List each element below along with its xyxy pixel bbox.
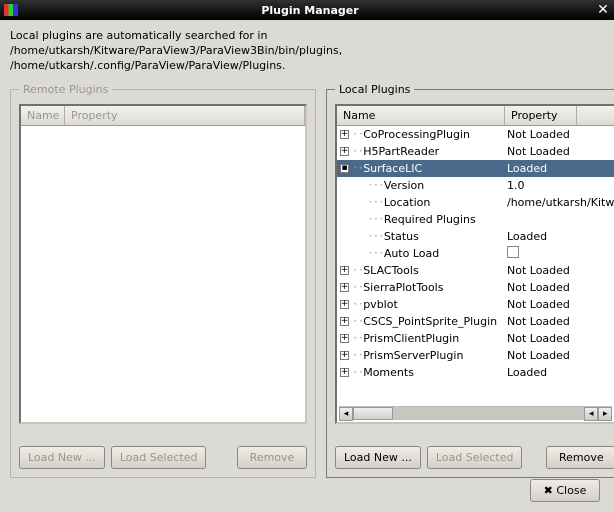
table-row[interactable]: ··· Location/home/utkarsh/Kitw [337, 194, 614, 211]
scroll-left-icon[interactable]: ◂ [339, 407, 353, 421]
remote-table-header: Name Property [21, 106, 305, 126]
expander-icon[interactable]: + [340, 317, 349, 326]
plugin-detail-name: Location [384, 196, 431, 209]
plugin-detail-name: Status [384, 230, 419, 243]
remote-plugins-panel: Remote Plugins Name Property Load New ..… [10, 83, 316, 478]
info-text: Local plugins are automatically searched… [10, 28, 604, 73]
expander-icon[interactable]: + [340, 266, 349, 275]
local-col-property[interactable]: Property [505, 106, 577, 125]
scroll-track[interactable] [353, 407, 584, 420]
plugin-detail-value: 1.0 [505, 179, 525, 192]
close-icon[interactable]: ✕ [596, 3, 610, 17]
scroll-right-icon[interactable]: ▸ [598, 407, 612, 421]
expander-icon[interactable]: + [340, 368, 349, 377]
remote-col-name[interactable]: Name [21, 106, 65, 125]
remote-col-property[interactable]: Property [65, 106, 305, 125]
expander-icon[interactable]: + [340, 147, 349, 156]
local-remove-button[interactable]: Remove [546, 446, 614, 469]
plugin-property: Loaded [505, 366, 547, 379]
info-line: Local plugins are automatically searched… [10, 28, 604, 43]
expander-icon[interactable]: + [340, 351, 349, 360]
remote-load-new-button: Load New ... [19, 446, 105, 469]
scroll-left2-icon[interactable]: ◂ [584, 407, 598, 421]
plugin-name: SLACTools [363, 264, 418, 277]
table-row[interactable]: +··pvblotNot Loaded [337, 296, 614, 313]
table-row[interactable]: ··· Auto Load [337, 245, 614, 262]
local-load-new-button[interactable]: Load New ... [335, 446, 421, 469]
local-table-header: Name Property [337, 106, 614, 126]
info-line: /home/utkarsh/Kitware/ParaView3/ParaView… [10, 43, 604, 58]
plugin-detail-value: Loaded [505, 230, 547, 243]
plugin-property: Not Loaded [505, 298, 570, 311]
expander-icon[interactable]: + [340, 283, 349, 292]
remote-table: Name Property [19, 104, 307, 424]
titlebar: Plugin Manager ✕ [0, 0, 614, 20]
table-row[interactable]: +··PrismClientPluginNot Loaded [337, 330, 614, 347]
table-row[interactable]: ··· Required Plugins [337, 211, 614, 228]
plugin-property: Not Loaded [505, 349, 570, 362]
table-row[interactable]: ··· StatusLoaded [337, 228, 614, 245]
close-button-label: Close [556, 484, 586, 497]
plugin-property: Not Loaded [505, 145, 570, 158]
plugin-detail-name: Auto Load [384, 247, 439, 260]
table-row[interactable]: +··CSCS_PointSprite_PluginNot Loaded [337, 313, 614, 330]
remote-legend: Remote Plugins [19, 83, 112, 96]
table-row[interactable]: +··H5PartReaderNot Loaded [337, 143, 614, 160]
plugin-detail-name: Required Plugins [384, 213, 476, 226]
plugin-property: Not Loaded [505, 264, 570, 277]
plugin-detail-value: /home/utkarsh/Kitw [505, 196, 614, 209]
expander-icon[interactable]: + [340, 300, 349, 309]
dialog-footer: ✖ Close [530, 479, 600, 502]
expander-icon[interactable]: + [340, 130, 349, 139]
remote-load-selected-button: Load Selected [111, 446, 207, 469]
plugin-name: CSCS_PointSprite_Plugin [363, 315, 497, 328]
local-legend: Local Plugins [335, 83, 414, 96]
app-icon [4, 4, 18, 16]
plugin-property: Not Loaded [505, 128, 570, 141]
table-row[interactable]: +··PrismServerPluginNot Loaded [337, 347, 614, 364]
close-button[interactable]: ✖ Close [530, 479, 600, 502]
plugin-name: CoProcessingPlugin [363, 128, 470, 141]
table-row[interactable]: +··SierraPlotToolsNot Loaded [337, 279, 614, 296]
window-title: Plugin Manager [24, 4, 596, 17]
plugin-name: SurfaceLIC [363, 162, 422, 175]
table-row[interactable]: +··MomentsLoaded [337, 364, 614, 381]
plugin-property: Not Loaded [505, 332, 570, 345]
remote-remove-button: Remove [237, 446, 307, 469]
plugin-detail-value [505, 246, 519, 261]
table-row[interactable]: ▪··SurfaceLICLoaded [337, 160, 614, 177]
table-row[interactable]: +··CoProcessingPluginNot Loaded [337, 126, 614, 143]
local-table: Name Property +··CoProcessingPluginNot L… [335, 104, 614, 424]
plugin-name: SierraPlotTools [363, 281, 443, 294]
plugin-detail-name: Version [384, 179, 424, 192]
local-col-name[interactable]: Name [337, 106, 505, 125]
local-load-selected-button: Load Selected [427, 446, 523, 469]
plugin-property: Not Loaded [505, 281, 570, 294]
plugin-name: pvblot [363, 298, 398, 311]
plugin-name: Moments [363, 366, 414, 379]
expander-icon[interactable]: + [340, 334, 349, 343]
scroll-thumb[interactable] [353, 407, 393, 420]
local-plugins-panel: Local Plugins Name Property +··CoProcess… [326, 83, 614, 478]
table-row[interactable]: +··SLACToolsNot Loaded [337, 262, 614, 279]
expander-icon[interactable]: ▪ [340, 164, 349, 173]
plugin-name: PrismClientPlugin [363, 332, 459, 345]
info-line: /home/utkarsh/.config/ParaView/ParaView/… [10, 58, 604, 73]
plugin-name: H5PartReader [363, 145, 439, 158]
plugin-property: Not Loaded [505, 315, 570, 328]
horizontal-scrollbar[interactable]: ◂ ◂ ▸ [339, 406, 612, 420]
checkbox[interactable] [507, 246, 519, 258]
plugin-name: PrismServerPlugin [363, 349, 463, 362]
table-row[interactable]: ··· Version1.0 [337, 177, 614, 194]
local-rows: +··CoProcessingPluginNot Loaded+··H5Part… [337, 126, 614, 381]
plugin-property: Loaded [505, 162, 547, 175]
